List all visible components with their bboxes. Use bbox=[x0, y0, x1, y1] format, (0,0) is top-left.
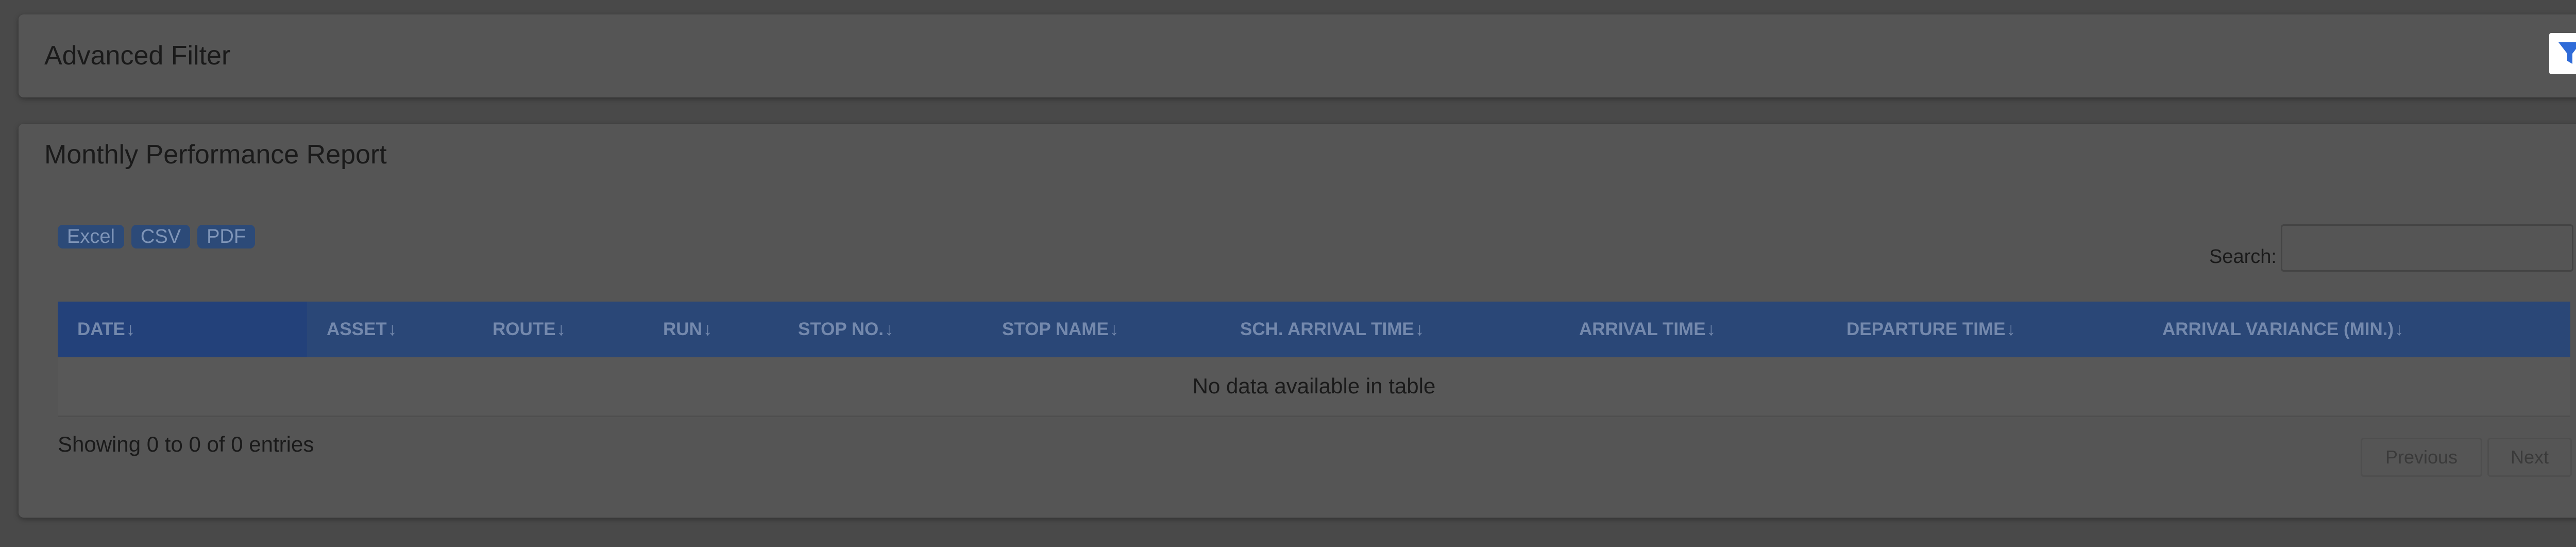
report-table-container: DATE↓ ASSET↓ ROUTE↓ RUN↓ STOP NO.↓ STOP … bbox=[58, 302, 2570, 417]
sort-arrow-icon: ↓ bbox=[556, 319, 566, 339]
column-header-arrival-variance[interactable]: ARRIVAL VARIANCE (MIN.)↓ bbox=[2143, 302, 2570, 357]
report-title: Monthly Performance Report bbox=[44, 140, 387, 170]
table-row: No data available in table bbox=[58, 357, 2570, 417]
export-pdf-button[interactable]: PDF bbox=[197, 225, 256, 248]
column-header-label: SCH. ARRIVAL TIME bbox=[1240, 319, 1414, 339]
column-header-label: DEPARTURE TIME bbox=[1846, 319, 2006, 339]
export-excel-button[interactable]: Excel bbox=[58, 225, 124, 248]
column-header-label: STOP NO. bbox=[798, 319, 884, 339]
sort-arrow-icon: ↓ bbox=[387, 319, 397, 339]
empty-table-message: No data available in table bbox=[58, 357, 2570, 417]
column-header-run[interactable]: RUN↓ bbox=[643, 302, 778, 357]
column-header-arrival-time[interactable]: ARRIVAL TIME↓ bbox=[1560, 302, 1827, 357]
column-header-label: ROUTE bbox=[493, 319, 556, 339]
table-info-text: Showing 0 to 0 of 0 entries bbox=[58, 432, 314, 456]
filter-toggle-button[interactable] bbox=[2549, 33, 2576, 74]
sort-arrow-icon: ↓ bbox=[703, 319, 713, 339]
column-header-label: ARRIVAL TIME bbox=[1579, 319, 1706, 339]
column-header-stop-no[interactable]: STOP NO.↓ bbox=[778, 302, 982, 357]
sort-arrow-icon: ↓ bbox=[1415, 319, 1425, 339]
column-header-label: DATE bbox=[77, 319, 125, 339]
sort-arrow-icon: ↓ bbox=[2006, 319, 2016, 339]
column-header-asset[interactable]: ASSET↓ bbox=[307, 302, 473, 357]
column-header-label: ASSET bbox=[327, 319, 387, 339]
search-label: Search: bbox=[2209, 245, 2277, 268]
table-header-row: DATE↓ ASSET↓ ROUTE↓ RUN↓ STOP NO.↓ STOP … bbox=[58, 302, 2570, 357]
advanced-filter-title[interactable]: Advanced Filter bbox=[44, 40, 230, 71]
column-header-label: RUN bbox=[663, 319, 702, 339]
monthly-report-panel: Monthly Performance Report Excel CSV PDF… bbox=[19, 124, 2576, 518]
column-header-label: STOP NAME bbox=[1002, 319, 1109, 339]
search-input[interactable] bbox=[2280, 224, 2573, 272]
export-button-group: Excel CSV PDF bbox=[58, 225, 256, 248]
advanced-filter-panel: Advanced Filter bbox=[19, 14, 2576, 97]
column-header-sch-arrival-time[interactable]: SCH. ARRIVAL TIME↓ bbox=[1221, 302, 1560, 357]
sort-arrow-icon: ↓ bbox=[884, 319, 894, 339]
sort-arrow-icon: ↓ bbox=[2395, 319, 2404, 339]
pagination-next-button[interactable]: Next bbox=[2487, 438, 2572, 477]
column-header-departure-time[interactable]: DEPARTURE TIME↓ bbox=[1827, 302, 2143, 357]
export-csv-button[interactable]: CSV bbox=[131, 225, 191, 248]
sort-arrow-icon: ↓ bbox=[1706, 319, 1716, 339]
column-header-label: ARRIVAL VARIANCE (MIN.) bbox=[2162, 319, 2394, 339]
filter-icon bbox=[2558, 42, 2576, 64]
report-table: DATE↓ ASSET↓ ROUTE↓ RUN↓ STOP NO.↓ STOP … bbox=[58, 302, 2570, 417]
pagination-previous-button[interactable]: Previous bbox=[2361, 438, 2482, 477]
sort-arrow-icon: ↓ bbox=[1109, 319, 1119, 339]
column-header-stop-name[interactable]: STOP NAME↓ bbox=[982, 302, 1221, 357]
sort-arrow-icon: ↓ bbox=[126, 319, 135, 339]
column-header-date[interactable]: DATE↓ bbox=[58, 302, 307, 357]
search-field: Search: bbox=[2209, 224, 2573, 272]
column-header-route[interactable]: ROUTE↓ bbox=[473, 302, 643, 357]
